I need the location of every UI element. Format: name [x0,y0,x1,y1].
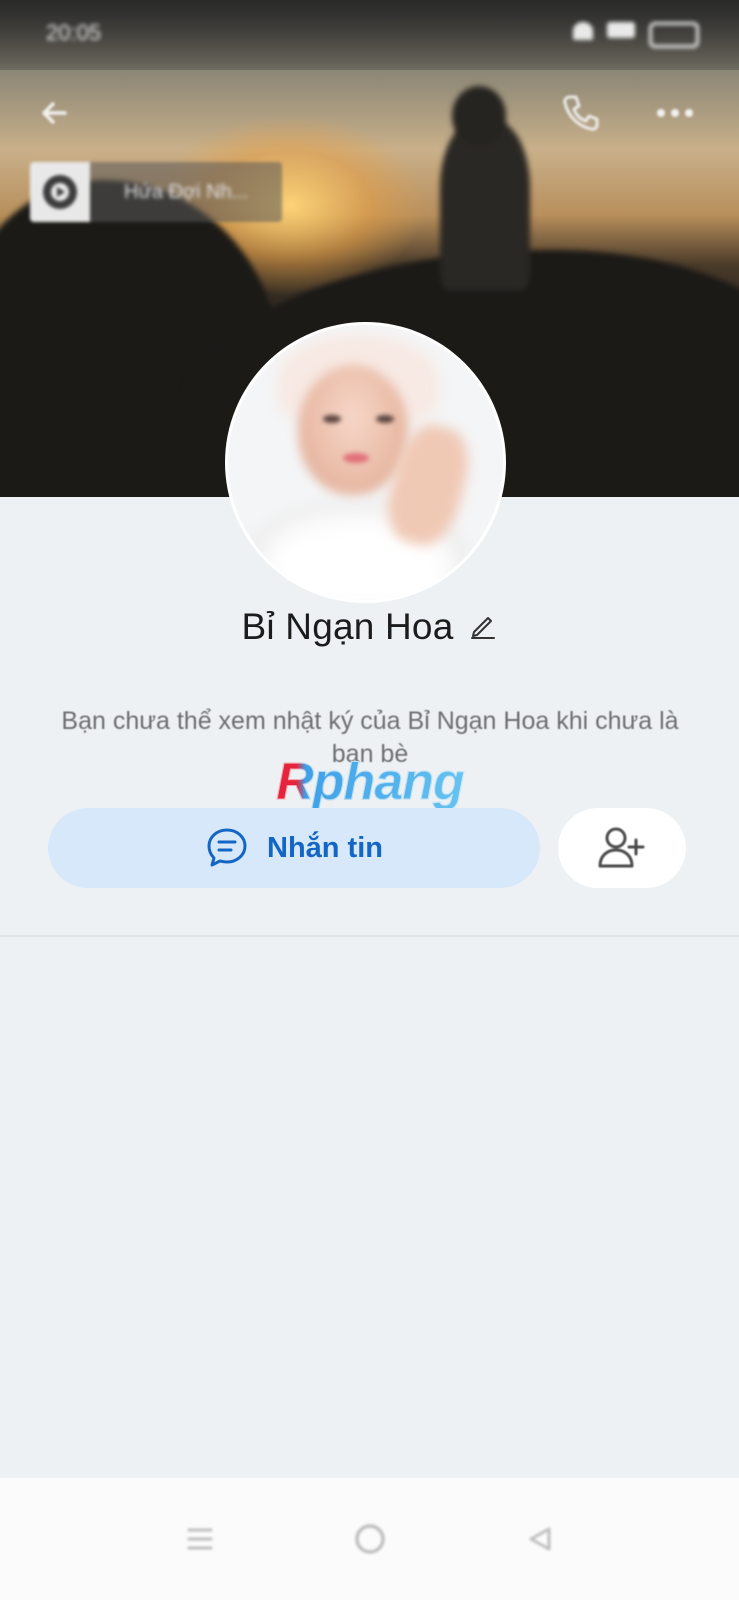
music-disc-icon [30,162,90,222]
status-icons [573,22,699,48]
call-button[interactable] [555,88,605,138]
back-button[interactable] [30,88,80,138]
home-circle-icon [354,1524,385,1554]
battery-icon [649,22,699,48]
add-friend-icon [598,827,645,868]
profile-name-row: Bỉ Ngạn Hoa [0,606,739,648]
signal-icon [607,22,635,38]
avatar-face [298,365,408,495]
more-button[interactable] [650,88,700,138]
wifi-icon [573,22,593,40]
watermark-logo: Rphang [255,752,485,812]
avatar-lips [343,453,369,463]
cover-person-body [440,120,530,290]
pencil-icon [470,616,495,639]
home-button[interactable] [350,1519,390,1559]
music-title: Hứa Đợi Nh... [124,180,249,203]
message-button[interactable]: Nhắn tin [48,808,540,888]
back-arrow-icon [42,102,67,124]
cover-person-head [452,86,506,146]
status-time: 20:05 [46,20,102,45]
avatar-eye-right [376,415,394,423]
more-dots-icon [657,109,693,117]
edit-name-button[interactable] [468,610,498,645]
profile-music-chip[interactable]: Hứa Đợi Nh... [30,162,282,222]
profile-name: Bỉ Ngạn Hoa [241,606,454,647]
add-friend-button[interactable] [558,808,686,888]
back-triangle-icon [529,1527,550,1551]
chat-bubble-icon [207,828,247,867]
section-divider [0,935,739,937]
avatar-eye-left [323,415,341,423]
avatar[interactable] [228,325,503,600]
menu-lines-icon [187,1528,212,1550]
phone-icon [563,95,599,131]
system-nav-bar [0,1478,739,1600]
message-button-label: Nhắn tin [267,831,383,864]
nav-back-button[interactable] [520,1519,560,1559]
recent-apps-button[interactable] [180,1519,220,1559]
